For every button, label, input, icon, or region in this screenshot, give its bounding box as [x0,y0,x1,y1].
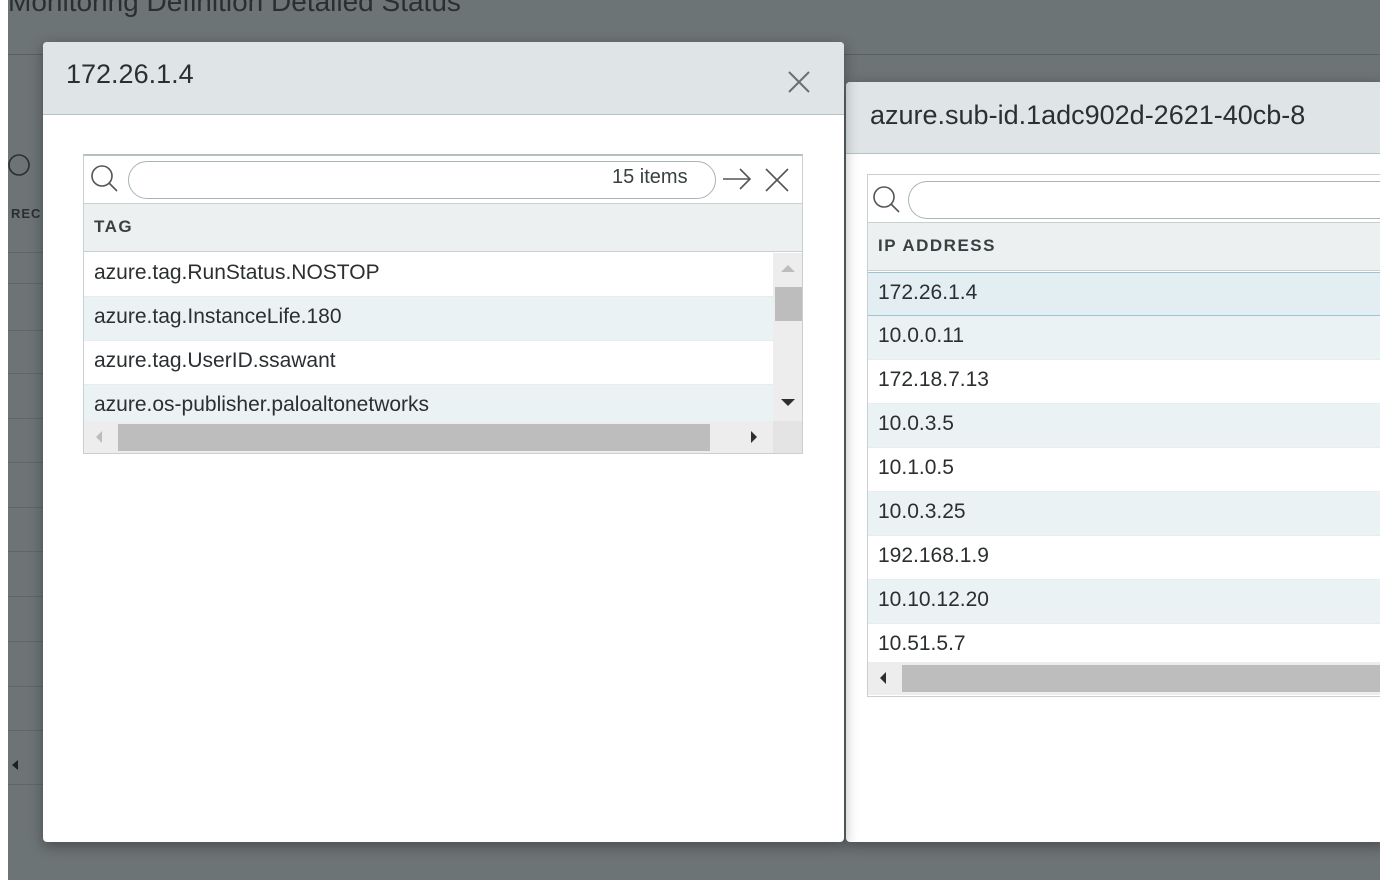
cell-ip: 10.0.3.5 [878,412,954,435]
scrollbar-thumb[interactable] [902,665,1380,692]
dialog-title: 172.26.1.4 [66,59,194,89]
background-row-divider [8,641,48,642]
dialog-header: 172.26.1.4 [43,42,844,115]
table-row[interactable]: 10.1.0.5 [868,448,1380,492]
column-header[interactable]: IP ADDRESS [868,223,1380,271]
ip-address-dialog: azure.sub-id.1adc902d-2621-40cb-8 IP ADD… [846,82,1380,842]
page-title: Monitoring Definition Detailed Status [8,0,461,17]
table-row[interactable]: azure.tag.RunStatus.NOSTOP [84,253,773,297]
cell-tag: azure.tag.InstanceLife.180 [94,305,342,328]
scroll-left-icon[interactable] [880,672,886,684]
table-row[interactable]: 10.0.0.11 [868,316,1380,360]
scrollbar-thumb[interactable] [118,424,710,451]
cell-ip: 10.0.0.11 [878,324,965,347]
table-row[interactable]: 10.10.12.20 [868,580,1380,624]
background-row-divider [8,252,48,253]
table-row[interactable]: azure.tag.UserID.ssawant [84,341,773,385]
table-row[interactable]: 10.0.3.5 [868,404,1380,448]
table-row[interactable]: 172.26.1.4 [868,272,1380,316]
grid-search-bar: 15 items [84,156,802,204]
cell-ip: 10.1.0.5 [878,456,954,479]
table-row[interactable]: 10.0.3.25 [868,492,1380,536]
arrow-right-icon[interactable] [720,164,754,194]
scroll-right-icon[interactable] [751,431,757,443]
dialog-header: azure.sub-id.1adc902d-2621-40cb-8 [846,82,1380,154]
close-icon[interactable] [781,64,817,100]
horizontal-scrollbar[interactable] [84,421,773,453]
clear-icon[interactable] [762,165,792,195]
table-row[interactable]: 172.18.7.13 [868,360,1380,404]
column-header[interactable]: TAG [84,204,802,252]
cell-ip: 172.26.1.4 [878,281,978,304]
column-header-label: IP ADDRESS [878,236,996,255]
search-icon[interactable] [88,162,120,194]
background-search-icon [8,154,30,176]
scroll-left-icon[interactable] [96,431,102,443]
vertical-scrollbar[interactable] [773,253,802,421]
background-row-divider [8,596,48,597]
ip-address-grid: IP ADDRESS 172.26.1.4 10.0.0.11 172.18.7… [867,174,1380,697]
cell-tag: azure.tag.RunStatus.NOSTOP [94,261,380,284]
background-column-header: REC [11,206,42,221]
scrollbar-corner [773,421,802,453]
background-row-divider [8,418,48,419]
cell-tag: azure.tag.UserID.ssawant [94,349,336,372]
search-input[interactable] [908,181,1380,219]
scroll-up-icon[interactable] [781,265,795,272]
cell-ip: 10.0.3.25 [878,500,966,523]
grid-rows: 172.26.1.4 10.0.0.11 172.18.7.13 10.0.3.… [868,272,1380,662]
background-row-divider [8,330,48,331]
table-row[interactable]: azure.os-publisher.paloaltonetworks [84,385,773,421]
cell-ip: 10.51.5.7 [878,632,966,655]
cell-ip: 10.10.12.20 [878,588,989,611]
table-row[interactable]: azure.tag.InstanceLife.180 [84,297,773,341]
dialog-title: azure.sub-id.1adc902d-2621-40cb-8 [870,100,1306,130]
table-row[interactable]: 10.51.5.7 [868,624,1380,662]
grid-rows: azure.tag.RunStatus.NOSTOP azure.tag.Ins… [84,253,773,421]
background-row-divider [8,462,48,463]
cell-ip: 192.168.1.9 [878,544,989,567]
background-row-divider [8,784,48,785]
cell-tag: azure.os-publisher.paloaltonetworks [94,393,430,416]
background-scroll-left-icon [12,760,18,770]
search-icon[interactable] [870,183,902,215]
background-row-divider [8,283,48,284]
tags-grid: 15 items TAG azure.tag.RunStatus.NOSTOP … [83,154,803,454]
grid-search-bar [868,175,1380,223]
items-count: 15 items [612,166,688,188]
column-header-label: TAG [94,217,134,236]
scrollbar-thumb[interactable] [775,287,802,321]
background-row-divider [8,373,48,374]
background-row-divider [8,730,48,731]
background-row-divider [8,551,48,552]
cell-ip: 172.18.7.13 [878,368,989,391]
tags-dialog: 172.26.1.4 15 items TAG azure.tag.RunSta… [43,42,844,842]
horizontal-scrollbar[interactable] [868,662,1380,695]
background-row-divider [8,686,48,687]
background-row-divider [8,507,48,508]
table-row[interactable]: 192.168.1.9 [868,536,1380,580]
scroll-down-icon[interactable] [781,399,795,406]
